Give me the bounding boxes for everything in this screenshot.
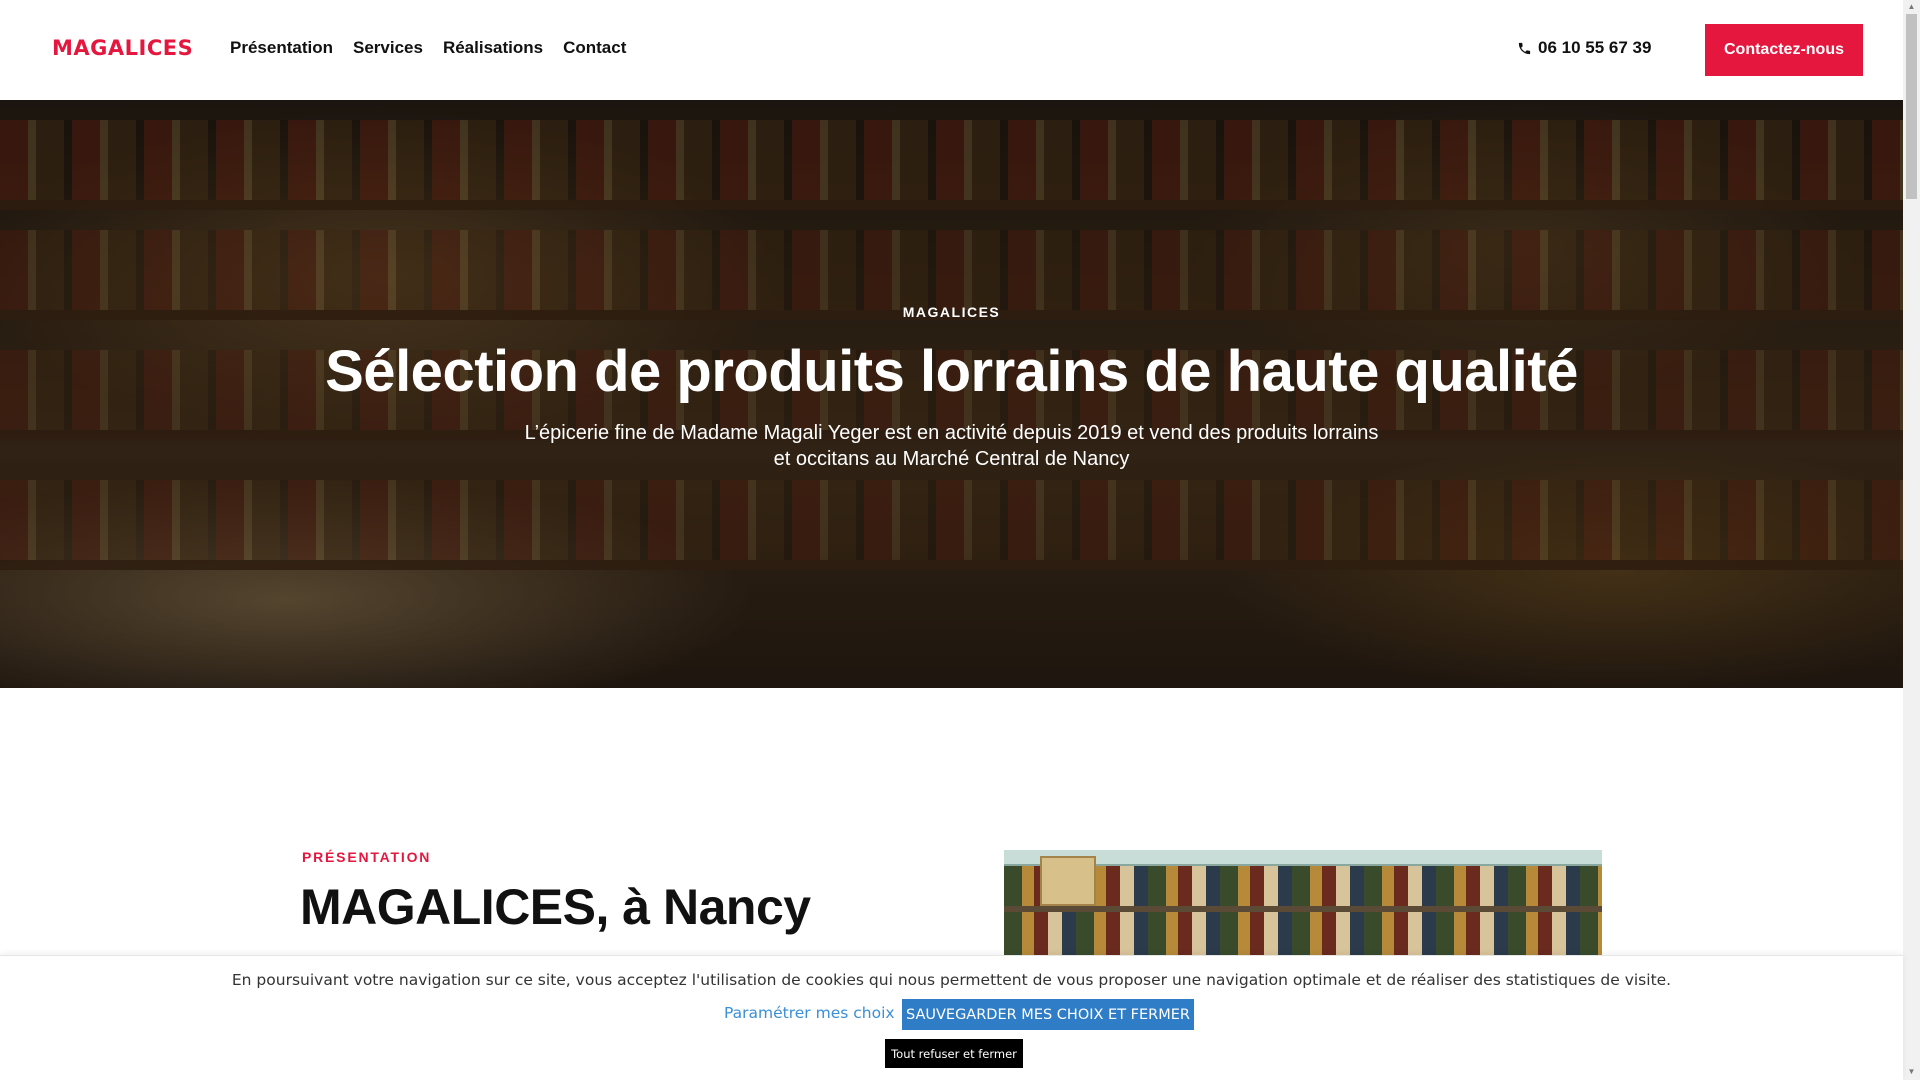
cookie-save-button[interactable]: SAUVEGARDER MES CHOIX ET FERMER	[902, 999, 1194, 1030]
hero-subtitle: L’épicerie fine de Madame Magali Yeger e…	[524, 422, 1379, 470]
contact-us-button[interactable]: Contactez-nous	[1705, 24, 1863, 76]
cookie-notice-text: En poursuivant votre navigation sur ce s…	[231, 971, 1672, 989]
phone-number: 06 10 55 67 39	[1538, 38, 1652, 57]
shop-poster	[1040, 856, 1096, 906]
presentation-title: MAGALICES, à Nancy	[300, 879, 811, 935]
nav-item-realisations[interactable]: Réalisations	[443, 38, 543, 58]
main-nav: Présentation Services Réalisations Conta…	[230, 38, 626, 58]
shop-interior-image	[1004, 850, 1602, 960]
nav-item-services[interactable]: Services	[353, 38, 423, 58]
hero-section: MAGALICES Sélection de produits lorrains…	[0, 100, 1903, 688]
site-logo[interactable]: MAGALICES	[52, 36, 193, 60]
nav-item-contact[interactable]: Contact	[563, 38, 626, 58]
cookie-refuse-button[interactable]: Tout refuser et fermer	[885, 1039, 1023, 1068]
hero-eyebrow: MAGALICES	[902, 304, 1001, 320]
hero-title: Sélection de produits lorrains de haute …	[325, 339, 1578, 404]
site-header: MAGALICES Présentation Services Réalisat…	[0, 0, 1903, 100]
scroll-down-arrow-icon[interactable]: ▼	[1906, 1066, 1917, 1078]
phone-link[interactable]: 06 10 55 67 39	[1517, 38, 1651, 58]
phone-icon	[1518, 42, 1531, 54]
nav-item-presentation[interactable]: Présentation	[230, 38, 333, 58]
cookie-settings-link[interactable]: Paramétrer mes choix	[724, 1004, 895, 1022]
scroll-up-arrow-icon[interactable]: ▲	[1906, 1, 1917, 13]
scrollbar-thumb[interactable]	[1906, 14, 1917, 199]
cookie-banner: En poursuivant votre navigation sur ce s…	[0, 955, 1903, 1080]
presentation-eyebrow: PRÉSENTATION	[302, 849, 432, 865]
shop-shelf	[1004, 906, 1602, 912]
